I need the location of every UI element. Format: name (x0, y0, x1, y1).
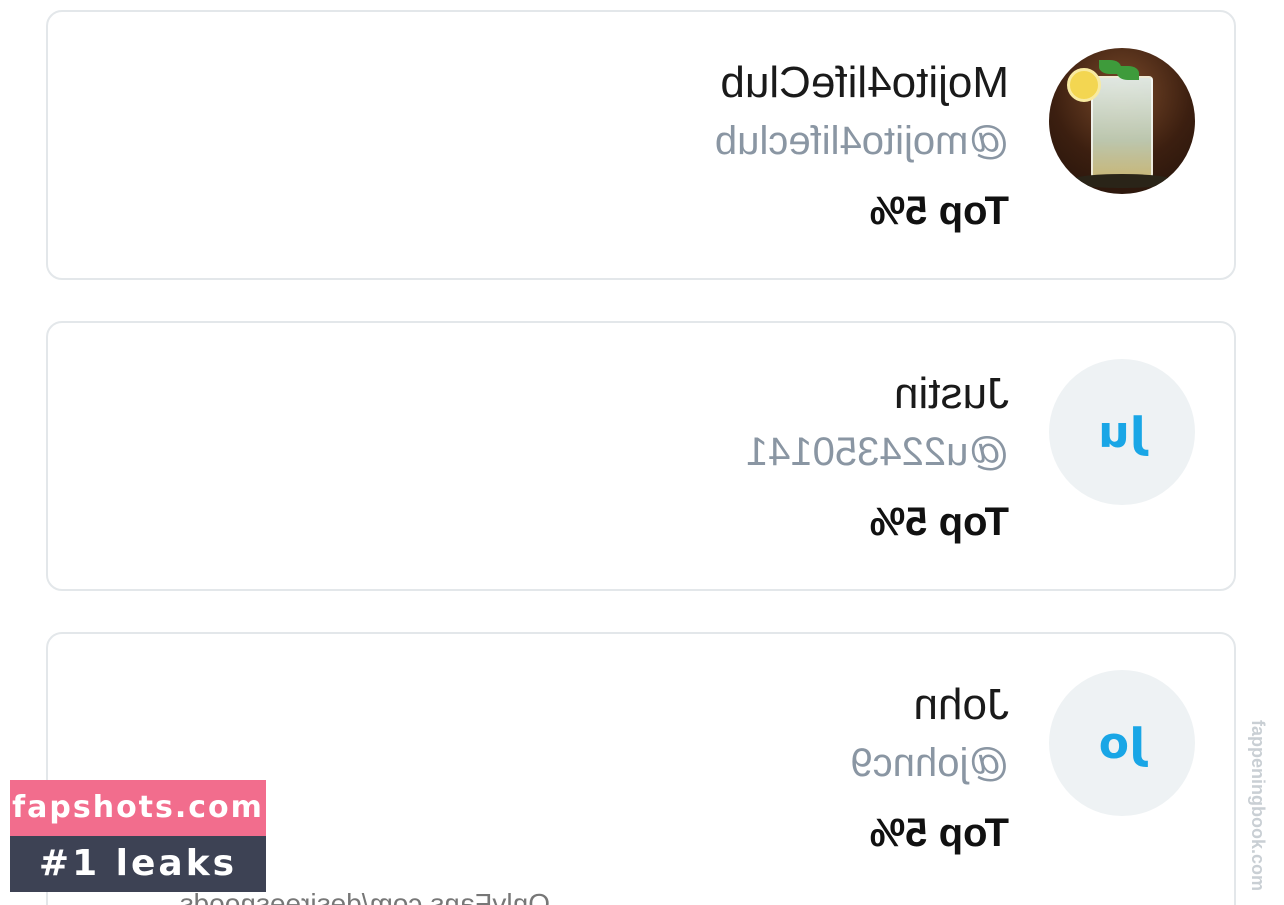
watermark-site: fapshots.com (10, 780, 266, 836)
user-rank: Top 5% (869, 811, 1009, 855)
page: Mojito4lifeClub @mojito4lifeclub Top 5% … (0, 0, 1284, 905)
avatar[interactable] (1049, 48, 1195, 194)
user-card[interactable]: Ju Justin @u224350141 Top 5% (46, 321, 1236, 591)
watermark-badge: fapshots.com #1 leaks (10, 780, 266, 892)
mojito-glass-image (1091, 76, 1153, 184)
user-info: Justin @u224350141 Top 5% (746, 367, 1009, 549)
side-watermark: fappeningbook.com (1248, 720, 1272, 900)
coaster-image (1069, 174, 1175, 188)
lemon-slice-image (1067, 68, 1101, 102)
user-info: John @johnc9 Top 5% (851, 678, 1009, 860)
user-handle[interactable]: @johnc9 (851, 736, 1009, 790)
user-name[interactable]: Justin (746, 367, 1009, 421)
user-rank: Top 5% (869, 500, 1009, 544)
avatar-initials: Jo (1098, 717, 1146, 769)
user-list: Mojito4lifeClub @mojito4lifeclub Top 5% … (0, 0, 1284, 905)
user-rank: Top 5% (869, 189, 1009, 233)
side-watermark-text: fappeningbook.com (1248, 720, 1268, 891)
user-name[interactable]: John (851, 678, 1009, 732)
avatar-initials: Ju (1098, 406, 1146, 458)
avatar[interactable]: Ju (1049, 359, 1195, 505)
mint-leaf-image (1099, 60, 1121, 74)
user-info: Mojito4lifeClub @mojito4lifeclub Top 5% (715, 56, 1009, 238)
user-name[interactable]: Mojito4lifeClub (715, 56, 1009, 110)
watermark-tagline: #1 leaks (10, 836, 266, 892)
user-handle[interactable]: @mojito4lifeclub (715, 114, 1009, 168)
avatar[interactable]: Jo (1049, 670, 1195, 816)
user-handle[interactable]: @u224350141 (746, 425, 1009, 479)
user-card[interactable]: Mojito4lifeClub @mojito4lifeclub Top 5% (46, 10, 1236, 280)
